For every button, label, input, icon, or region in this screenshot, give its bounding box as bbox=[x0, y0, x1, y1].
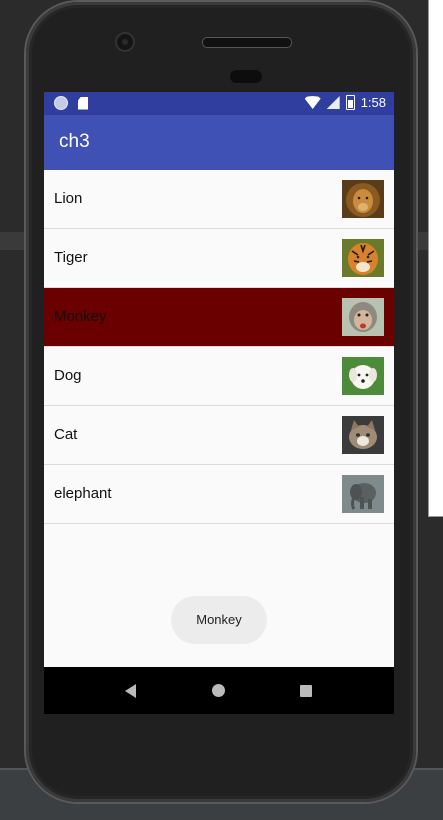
list-item-label: elephant bbox=[54, 485, 112, 502]
toast-message: Monkey bbox=[171, 596, 267, 644]
wifi-icon bbox=[304, 96, 321, 109]
sync-icon bbox=[54, 96, 68, 110]
proximity-sensor bbox=[230, 70, 262, 83]
list-item-label: Tiger bbox=[54, 249, 88, 266]
list-item-cat[interactable]: Cat bbox=[44, 406, 394, 465]
list-item-label: Cat bbox=[54, 426, 78, 443]
status-bar: 1:58 bbox=[44, 92, 394, 115]
list-item-monkey[interactable]: Monkey bbox=[44, 288, 394, 347]
front-camera bbox=[117, 34, 133, 50]
monkey-photo-icon bbox=[342, 298, 384, 336]
list-item-label: Lion bbox=[54, 190, 83, 207]
lion-photo-icon bbox=[342, 180, 384, 218]
navigation-bar bbox=[44, 667, 394, 714]
app-title: ch3 bbox=[59, 131, 90, 152]
phone-screen: 1:58 ch3 Lion Tiger Monkey Dog Cat eleph… bbox=[44, 92, 394, 714]
list-item-tiger[interactable]: Tiger bbox=[44, 229, 394, 288]
list-item-lion[interactable]: Lion bbox=[44, 170, 394, 229]
back-icon[interactable] bbox=[125, 684, 136, 698]
elephant-photo-icon bbox=[342, 475, 384, 513]
earpiece-speaker bbox=[202, 37, 292, 48]
list-item-elephant[interactable]: elephant bbox=[44, 465, 394, 524]
sd-card-icon bbox=[78, 96, 88, 110]
tiger-photo-icon bbox=[342, 239, 384, 277]
home-icon[interactable] bbox=[212, 684, 225, 697]
status-time: 1:58 bbox=[360, 95, 386, 110]
battery-icon bbox=[345, 95, 355, 110]
cell-signal-icon bbox=[326, 96, 340, 109]
app-bar: ch3 bbox=[44, 115, 394, 170]
ide-side-panel bbox=[428, 0, 443, 517]
cat-photo-icon bbox=[342, 416, 384, 454]
dog-photo-icon bbox=[342, 357, 384, 395]
list-item-dog[interactable]: Dog bbox=[44, 347, 394, 406]
recent-apps-icon[interactable] bbox=[300, 685, 312, 697]
list-item-label: Dog bbox=[54, 367, 82, 384]
animal-list: Lion Tiger Monkey Dog Cat elephant bbox=[44, 170, 394, 524]
list-item-label: Monkey bbox=[54, 308, 107, 325]
